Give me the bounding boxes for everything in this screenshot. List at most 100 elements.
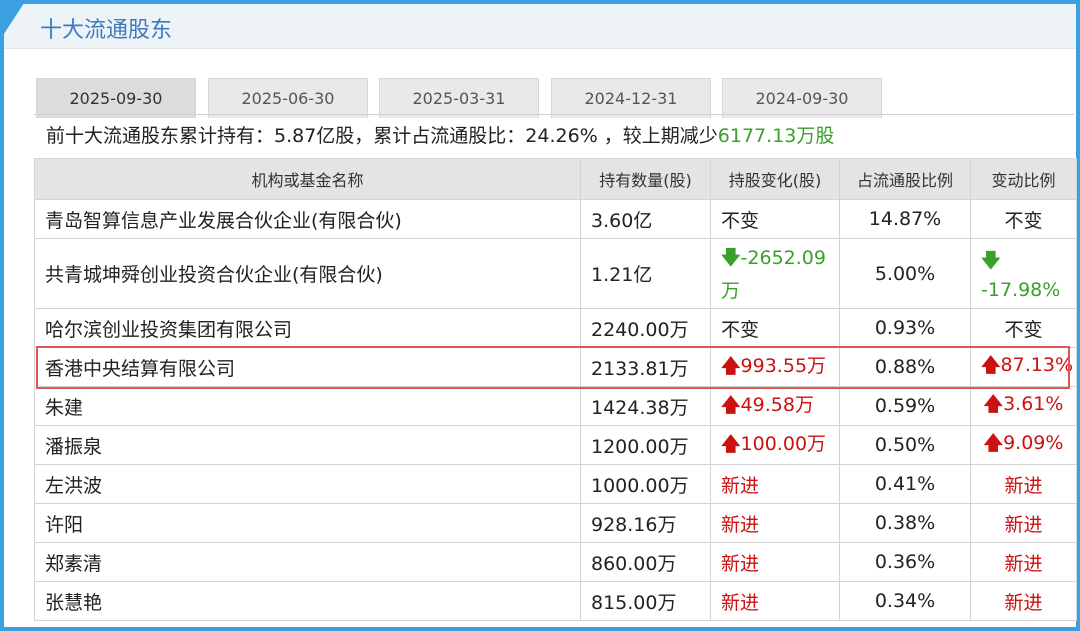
- ratio-cell: 5.00%: [839, 238, 971, 309]
- pct-cell-value: 新进: [1004, 474, 1043, 497]
- holder-name-cell: 许阳: [34, 503, 581, 543]
- change-cell-value: 100.00万: [740, 432, 827, 455]
- summary-text: 前十大流通股东累计持有：5.87亿股，累计占流通股比：24.26% ，较上期减少: [46, 125, 718, 147]
- pct-cell: 新进: [970, 542, 1077, 582]
- ratio-cell-value: 0.38%: [874, 512, 936, 534]
- holder-name-cell: 潘振泉: [34, 425, 581, 465]
- change-cell-value: 993.55万: [740, 354, 827, 377]
- arrow-up-icon: 🡅: [721, 393, 741, 416]
- pct-cell: 🡇 -17.98%: [970, 238, 1077, 309]
- header-ratio: 占流通股比例: [839, 158, 971, 200]
- qty-cell: 1200.00万: [580, 425, 711, 465]
- tab-2024-12-31[interactable]: 2024-12-31: [551, 78, 711, 118]
- ratio-cell-value: 5.00%: [874, 262, 936, 285]
- tab-2025-03-31[interactable]: 2025-03-31: [379, 78, 539, 118]
- qty-cell: 3.60亿: [580, 199, 711, 239]
- holder-name-cell-value: 张慧艳: [45, 591, 103, 614]
- tab-2025-06-30[interactable]: 2025-06-30: [208, 78, 368, 118]
- holder-name-cell-value: 共青城坤舜创业投资合伙企业(有限合伙): [45, 264, 383, 286]
- ratio-cell-value: 0.36%: [874, 551, 936, 573]
- holder-name-cell-value: 潘振泉: [45, 435, 103, 458]
- table-row: 共青城坤舜创业投资合伙企业(有限合伙) 1.21亿 🡇-2652.09万 5.00% 🡇…: [34, 238, 1077, 309]
- holder-name-cell: 左洪波: [34, 464, 581, 504]
- arrow-down-icon: 🡇: [721, 247, 741, 269]
- change-cell: 🡅100.00万: [710, 425, 840, 465]
- holder-name-cell: 张慧艳: [34, 581, 581, 621]
- table-row: 潘振泉 1200.00万 🡅100.00万 0.50% 🡅9.09%: [34, 425, 1077, 465]
- qty-cell: 815.00万: [580, 581, 711, 621]
- qty-cell: 1424.38万: [580, 386, 711, 426]
- pct-cell: 🡅3.61%: [970, 386, 1077, 426]
- change-cell-value: 不变: [721, 318, 760, 341]
- arrow-up-icon: 🡅: [983, 393, 1004, 415]
- qty-cell-value: 1424.38万: [591, 396, 689, 419]
- tab-2025-09-30[interactable]: 2025-09-30: [36, 78, 196, 118]
- qty-cell: 2240.00万: [580, 308, 711, 348]
- holdings-summary: 前十大流通股东累计持有：5.87亿股，累计占流通股比：24.26% ，较上期减少…: [34, 114, 1074, 154]
- qty-cell: 860.00万: [580, 542, 711, 582]
- qty-cell: 928.16万: [580, 503, 711, 543]
- pct-cell-value: 新进: [1004, 591, 1043, 614]
- holder-name-cell-value: 青岛智算信息产业发展合伙企业(有限合伙): [45, 209, 402, 232]
- change-cell: 新进: [710, 581, 840, 621]
- ratio-cell: 0.88%: [839, 347, 971, 387]
- pct-cell-value: 9.09%: [1003, 432, 1064, 454]
- change-cell: 新进: [710, 464, 840, 504]
- panel-header: 十大流通股东: [4, 4, 1076, 49]
- qty-cell-value: 2240.00万: [591, 318, 689, 341]
- holder-name-cell: 哈尔滨创业投资集团有限公司: [34, 308, 581, 348]
- change-cell-value: 新进: [721, 513, 760, 536]
- holder-name-cell: 朱建: [34, 386, 581, 426]
- pct-cell: 不变: [970, 199, 1077, 239]
- qty-cell-value: 2133.81万: [591, 357, 689, 380]
- qty-cell: 1000.00万: [580, 464, 711, 504]
- ratio-cell-value: 0.50%: [874, 434, 936, 456]
- qty-cell-value: 1.21亿: [591, 264, 653, 286]
- ratio-cell-value: 0.93%: [874, 317, 936, 339]
- holder-name-cell-value: 左洪波: [45, 474, 103, 497]
- arrow-down-icon: 🡇: [981, 249, 1001, 272]
- table-header-row: 机构或基金名称 持有数量(股) 持股变化(股) 占流通股比例 变动比例: [34, 158, 1077, 200]
- table-row: 郑素清 860.00万 新进 0.36% 新进: [34, 542, 1077, 582]
- change-cell-value: 新进: [721, 552, 760, 575]
- header-name: 机构或基金名称: [34, 158, 581, 200]
- ratio-cell: 0.59%: [839, 386, 971, 426]
- arrow-up-icon: 🡅: [721, 432, 741, 455]
- change-cell: 不变: [710, 308, 840, 348]
- table-row: 青岛智算信息产业发展合伙企业(有限合伙) 3.60亿 不变 14.87% 不变: [34, 199, 1077, 239]
- panel-title: 十大流通股东: [40, 18, 173, 43]
- ratio-cell: 0.36%: [839, 542, 971, 582]
- header-pct: 变动比例: [970, 158, 1077, 200]
- arrow-up-icon: 🡅: [981, 354, 1001, 376]
- corner-decoration: [4, 4, 26, 40]
- change-cell-value: 新进: [721, 591, 760, 614]
- ratio-cell-value: 0.59%: [874, 395, 936, 417]
- qty-cell-value: 860.00万: [591, 552, 677, 575]
- holder-name-cell-value: 郑素清: [45, 552, 103, 575]
- change-cell-value: 49.58万: [740, 393, 814, 416]
- change-cell: 🡇-2652.09万: [710, 238, 840, 309]
- tab-2024-09-30[interactable]: 2024-09-30: [722, 78, 882, 118]
- qty-cell-value: 1000.00万: [591, 474, 689, 497]
- holder-name-cell: 青岛智算信息产业发展合伙企业(有限合伙): [34, 199, 581, 239]
- table-row: 许阳 928.16万 新进 0.38% 新进: [34, 503, 1077, 543]
- ratio-cell: 0.41%: [839, 464, 971, 504]
- qty-cell-value: 1200.00万: [591, 435, 689, 458]
- change-cell: 不变: [710, 199, 840, 239]
- ratio-cell: 14.87%: [839, 199, 971, 239]
- pct-cell-value: 新进: [1004, 513, 1043, 536]
- qty-cell-value: 928.16万: [591, 513, 677, 536]
- qty-cell: 2133.81万: [580, 347, 711, 387]
- pct-cell: 新进: [970, 503, 1077, 543]
- pct-cell: 新进: [970, 464, 1077, 504]
- pct-cell: 🡅9.09%: [970, 425, 1077, 465]
- arrow-up-icon: 🡅: [721, 354, 741, 377]
- change-cell-value: 新进: [721, 474, 760, 497]
- holder-name-cell-value: 许阳: [45, 513, 84, 536]
- table-row: 左洪波 1000.00万 新进 0.41% 新进: [34, 464, 1077, 504]
- arrow-up-icon: 🡅: [983, 432, 1004, 454]
- ratio-cell-value: 0.88%: [874, 356, 936, 378]
- pct-cell: 🡅87.13%: [970, 347, 1077, 387]
- holder-name-cell: 共青城坤舜创业投资合伙企业(有限合伙): [34, 238, 581, 309]
- ratio-cell-value: 14.87%: [868, 208, 942, 230]
